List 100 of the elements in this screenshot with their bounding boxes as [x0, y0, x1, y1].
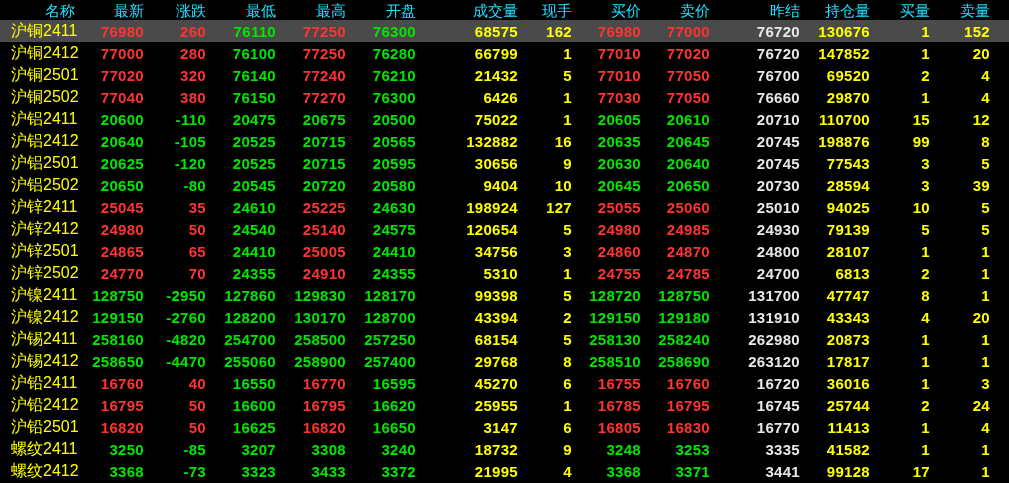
table-cell: 3368: [109, 463, 144, 479]
table-cell: 17817: [826, 353, 870, 369]
column-header[interactable]: 昨结: [770, 2, 800, 18]
table-cell: 24980: [597, 221, 641, 237]
table-cell: 1: [981, 353, 990, 369]
column-header[interactable]: 现手: [542, 2, 572, 18]
table-cell: 76720: [756, 23, 800, 39]
column-header[interactable]: 持仓量: [825, 2, 870, 18]
table-cell: 129150: [589, 309, 641, 325]
contract-name: 沪锡2411: [10, 331, 78, 347]
table-cell: 5310: [483, 265, 518, 281]
table-cell: 18732: [474, 441, 518, 457]
column-header[interactable]: 成交量: [473, 2, 518, 18]
table-cell: 1: [921, 419, 930, 435]
table-cell: 258240: [658, 331, 710, 347]
table-cell: 5: [563, 67, 572, 83]
table-cell: 24755: [597, 265, 641, 281]
contract-name: 沪铅2412: [10, 397, 79, 413]
contract-name: 螺纹2411: [10, 441, 78, 457]
table-cell: 1: [921, 243, 930, 259]
contract-name: 沪锌2501: [10, 243, 79, 259]
table-cell: 77050: [666, 67, 710, 83]
table-cell: 76280: [372, 45, 416, 61]
table-cell: 20630: [597, 155, 641, 171]
table-cell: 35: [188, 199, 206, 215]
table-cell: 1: [921, 89, 930, 105]
table-cell: 29768: [474, 353, 518, 369]
table-cell: 24870: [666, 243, 710, 259]
table-cell: 20: [972, 45, 990, 61]
table-cell: 1: [921, 23, 930, 39]
table-cell: 20715: [302, 155, 346, 171]
table-cell: 20645: [666, 133, 710, 149]
table-cell: 255060: [224, 353, 276, 369]
table-cell: -80: [183, 177, 206, 193]
quote-row[interactable]: 沪铜2411 76980 260 76110 77250 76300 68575 162 76980 77000 76720 130676 1 152: [0, 20, 1009, 42]
column-header[interactable]: 涨跌: [176, 2, 206, 18]
column-header[interactable]: 开盘: [386, 2, 416, 18]
table-cell: 3: [921, 177, 930, 193]
table-cell: 16770: [302, 375, 346, 391]
table-cell: 76140: [232, 67, 276, 83]
table-cell: 25744: [826, 397, 870, 413]
table-cell: 9404: [483, 177, 518, 193]
table-cell: 25140: [302, 221, 346, 237]
table-cell: 50: [188, 419, 206, 435]
table-cell: 1: [981, 243, 990, 259]
table-cell: 29870: [826, 89, 870, 105]
table-cell: 16600: [232, 397, 276, 413]
table-cell: 76980: [597, 23, 641, 39]
table-cell: 1: [921, 375, 930, 391]
table-cell: 128700: [364, 309, 416, 325]
column-header[interactable]: 最低: [246, 2, 276, 18]
table-cell: 20475: [232, 111, 276, 127]
table-cell: 258500: [294, 331, 346, 347]
contract-name: 沪铜2411: [10, 23, 78, 39]
table-cell: 129150: [92, 309, 144, 325]
table-cell: 40: [188, 375, 206, 391]
table-cell: 5: [563, 287, 572, 303]
table-cell: 11413: [827, 419, 870, 435]
column-header[interactable]: 卖价: [680, 2, 710, 18]
column-header[interactable]: 卖量: [960, 2, 990, 18]
table-cell: 8: [921, 287, 930, 303]
table-cell: 20525: [232, 155, 276, 171]
column-header[interactable]: 买价: [611, 2, 641, 18]
table-cell: 24410: [232, 243, 276, 259]
contract-name: 沪锌2412: [10, 221, 79, 237]
table-cell: 77270: [302, 89, 346, 105]
table-cell: 50: [188, 397, 206, 413]
column-header[interactable]: 名称: [45, 2, 80, 18]
table-cell: 8: [563, 353, 572, 369]
table-cell: 1: [981, 287, 990, 303]
column-header[interactable]: 最高: [316, 2, 346, 18]
table-cell: 25005: [302, 243, 346, 259]
column-header[interactable]: 买量: [900, 2, 930, 18]
table-cell: 24910: [302, 265, 346, 281]
column-header[interactable]: 最新: [114, 2, 144, 18]
contract-name: 沪铅2501: [10, 419, 79, 435]
table-cell: -2950: [166, 287, 206, 303]
table-cell: 16795: [302, 397, 346, 413]
table-cell: 20635: [597, 133, 641, 149]
table-cell: 10: [554, 177, 572, 193]
table-cell: 28107: [826, 243, 870, 259]
table-cell: 24785: [666, 265, 710, 281]
table-cell: 99: [912, 133, 930, 149]
table-cell: 3371: [675, 463, 710, 479]
table-cell: 16770: [756, 419, 800, 435]
table-cell: 129830: [294, 287, 346, 303]
contract-name: 螺纹2412: [10, 463, 79, 479]
table-cell: 3240: [381, 441, 416, 457]
table-cell: 20745: [756, 155, 800, 171]
table-cell: 3433: [311, 463, 346, 479]
table-cell: 128720: [589, 287, 641, 303]
table-cell: 263120: [748, 353, 800, 369]
table-cell: 20715: [302, 133, 346, 149]
table-cell: 76100: [232, 45, 276, 61]
table-cell: 76700: [756, 67, 800, 83]
contract-name: 沪镍2412: [10, 309, 79, 325]
table-cell: 24700: [756, 265, 800, 281]
table-cell: 8: [981, 133, 990, 149]
table-cell: 25010: [756, 199, 800, 215]
table-cell: 3441: [765, 463, 800, 479]
